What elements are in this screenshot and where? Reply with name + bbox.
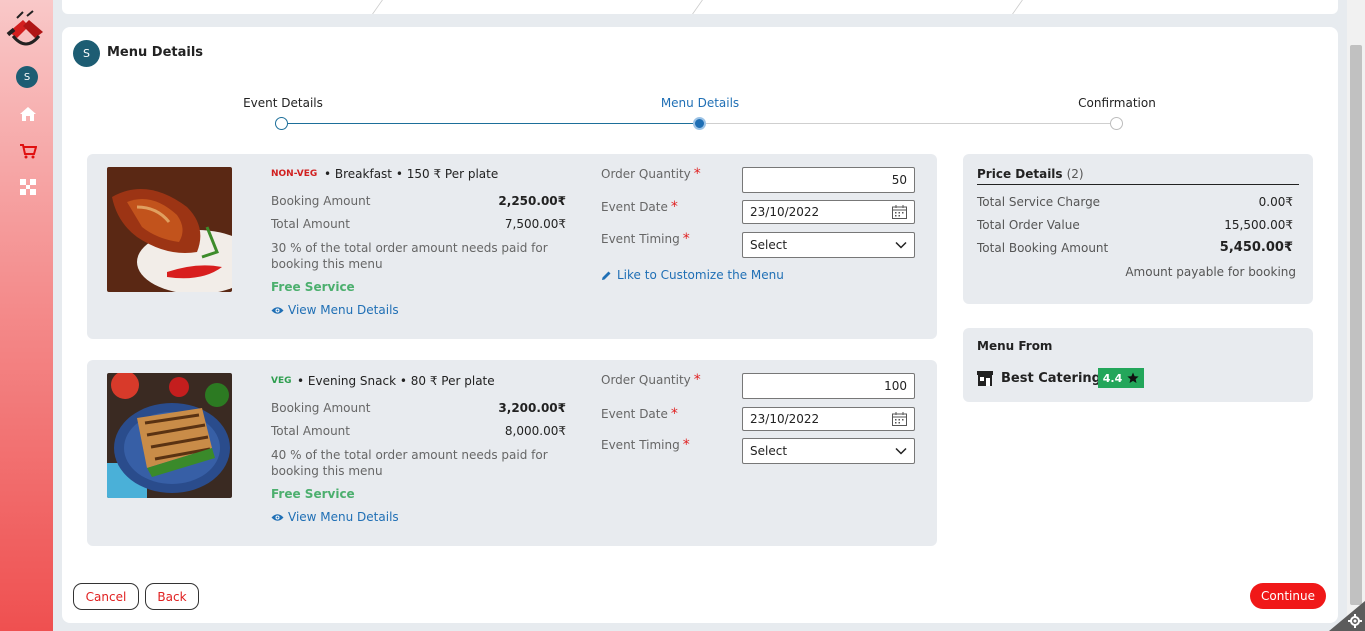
continue-button[interactable]: Continue <box>1250 583 1326 609</box>
step-dot-menu-details <box>693 117 706 130</box>
price-details-panel: Price Details (2) Total Service Charge 0.… <box>963 154 1313 304</box>
event-date-input[interactable]: 23/10/2022 <box>742 407 915 431</box>
price-details-title: Price Details (2) <box>977 167 1299 185</box>
event-date-input[interactable]: 23/10/2022 <box>742 200 915 224</box>
food-type-tag: NON-VEG <box>271 169 318 179</box>
food-type-tag: VEG <box>271 376 292 386</box>
order-quantity-input[interactable]: 100 <box>742 373 915 399</box>
view-menu-details-link[interactable]: View Menu Details <box>271 510 399 524</box>
menu-item-image[interactable] <box>107 373 232 498</box>
eye-icon <box>271 306 284 314</box>
price-row-label: Total Booking Amount <box>977 241 1109 255</box>
sidebar: S <box>0 0 53 631</box>
booking-amount-value: 3,200.00₹ <box>498 401 566 415</box>
event-timing-select[interactable]: Select <box>742 438 915 464</box>
caterer-name[interactable]: Best Catering <box>1001 371 1101 386</box>
customize-menu-label: Like to Customize the Menu <box>617 268 784 282</box>
booking-amount-value: 2,250.00₹ <box>498 194 566 208</box>
menu-item-panel: VEG • Evening Snack • 80 ₹ Per plate Boo… <box>87 360 937 546</box>
booking-amount-label: Booking Amount <box>271 401 371 415</box>
title-avatar: S <box>73 40 100 67</box>
price-row-label: Total Order Value <box>977 218 1080 232</box>
menu-from-panel: Menu From Best Catering 4.4 <box>963 328 1313 402</box>
order-quantity-input[interactable]: 50 <box>742 167 915 193</box>
event-timing-label: Event Timing * <box>601 231 690 247</box>
total-amount-value: 8,000.00₹ <box>504 424 566 438</box>
total-booking-amount-value: 5,450.00₹ <box>1219 240 1293 255</box>
eye-icon <box>271 513 284 521</box>
view-menu-details-label: View Menu Details <box>288 510 399 524</box>
star-icon <box>1127 372 1139 383</box>
step-dot-confirmation <box>1110 117 1123 130</box>
rating-value: 4.4 <box>1102 371 1123 385</box>
avatar-letter: S <box>23 71 31 83</box>
total-amount-value: 7,500.00₹ <box>504 217 566 231</box>
event-timing-label: Event Timing * <box>601 437 690 453</box>
back-button[interactable]: Back <box>145 583 199 610</box>
view-menu-details-label: View Menu Details <box>288 303 399 317</box>
event-date-label: Event Date * <box>601 199 678 215</box>
page-title: Menu Details <box>107 45 204 60</box>
menu-item-image[interactable] <box>107 167 232 292</box>
cart-icon[interactable] <box>17 140 39 162</box>
booking-note: 30 % of the total order amount needs pai… <box>271 241 548 271</box>
total-amount-label: Total Amount <box>271 217 350 231</box>
view-menu-details-link[interactable]: View Menu Details <box>271 303 399 317</box>
free-service-label: Free Service <box>271 487 355 501</box>
event-date-label: Event Date * <box>601 406 678 422</box>
catering-logo-icon[interactable] <box>3 8 49 54</box>
pencil-icon <box>602 271 611 280</box>
customize-menu-link[interactable]: Like to Customize the Menu <box>601 268 784 282</box>
step-label-confirmation[interactable]: Confirmation <box>1078 96 1156 110</box>
cancel-button[interactable]: Cancel <box>73 583 139 610</box>
sidebar-user-avatar[interactable]: S <box>16 66 38 88</box>
stepper-line-complete <box>288 123 694 124</box>
stepper-line-pending <box>706 123 1111 124</box>
order-quantity-label: Order Quantity * <box>601 372 701 388</box>
chevron-down-icon <box>895 241 907 249</box>
avatar-letter: S <box>83 47 90 60</box>
booking-note: 40 % of the total order amount needs pai… <box>271 448 548 478</box>
chevron-down-icon <box>895 447 907 455</box>
price-details-count: (2) <box>1066 167 1084 181</box>
total-amount-label: Total Amount <box>271 424 350 438</box>
home-icon[interactable] <box>17 103 39 125</box>
order-quantity-label: Order Quantity * <box>601 166 701 182</box>
booking-amount-label: Booking Amount <box>271 194 371 208</box>
amount-payable-note: Amount payable for booking <box>1125 265 1296 279</box>
free-service-label: Free Service <box>271 280 355 294</box>
menu-from-title: Menu From <box>977 339 1053 353</box>
outer-step-strip <box>62 0 1338 14</box>
price-row-value: 0.00₹ <box>1258 195 1293 209</box>
menu-headline: • Breakfast • 150 ₹ Per plate <box>324 167 499 181</box>
menu-headline: • Evening Snack • 80 ₹ Per plate <box>297 374 495 388</box>
price-row-value: 15,500.00₹ <box>1224 218 1293 232</box>
grid-icon[interactable] <box>17 176 39 198</box>
event-timing-select[interactable]: Select <box>742 232 915 258</box>
step-label-event-details[interactable]: Event Details <box>243 96 323 110</box>
page-scrollbar[interactable] <box>1347 0 1365 631</box>
menu-item-panel: NON-VEG • Breakfast • 150 ₹ Per plate Bo… <box>87 154 937 339</box>
step-label-menu-details[interactable]: Menu Details <box>661 96 739 110</box>
step-dot-event-details <box>275 117 288 130</box>
menu-details-card: S Menu Details Event Details Menu Detail… <box>62 27 1338 623</box>
calendar-icon[interactable] <box>892 205 907 219</box>
price-row-label: Total Service Charge <box>977 195 1101 209</box>
gear-icon <box>1348 614 1362 628</box>
calendar-icon[interactable] <box>892 412 907 426</box>
store-icon <box>977 371 993 386</box>
scrollbar-thumb[interactable] <box>1350 45 1362 605</box>
rating-badge: 4.4 <box>1098 368 1144 388</box>
